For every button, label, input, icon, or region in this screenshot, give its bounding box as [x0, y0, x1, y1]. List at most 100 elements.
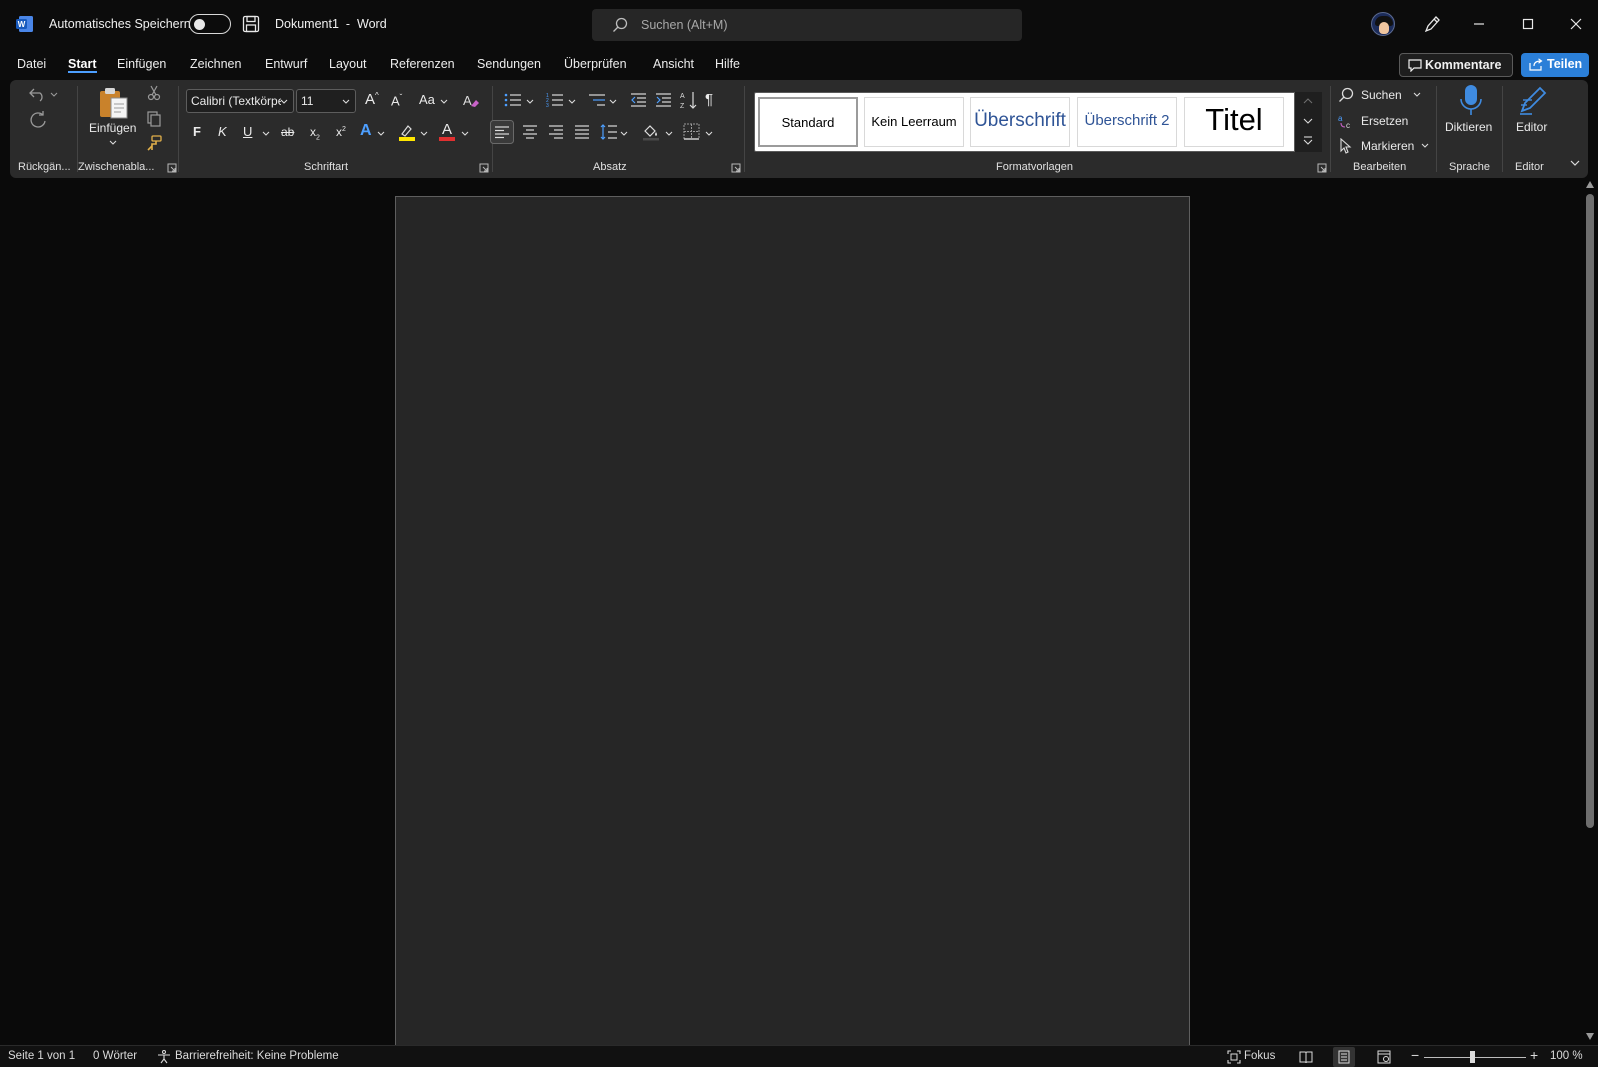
replace-label[interactable]: Ersetzen — [1361, 114, 1408, 128]
tab-ueberpruefen[interactable]: Überprüfen — [564, 57, 627, 71]
text-effects-button[interactable]: A — [360, 122, 372, 140]
print-layout-button[interactable] — [1333, 1047, 1355, 1067]
clipboard-launcher-icon[interactable] — [167, 163, 177, 173]
tab-sendungen[interactable]: Sendungen — [477, 57, 541, 71]
borders-dropdown-icon[interactable] — [705, 131, 713, 137]
tab-einfuegen[interactable]: Einfügen — [117, 57, 166, 71]
accessibility-icon[interactable] — [157, 1050, 171, 1064]
font-launcher-icon[interactable] — [479, 163, 489, 173]
tab-hilfe[interactable]: Hilfe — [715, 57, 740, 71]
tab-referenzen[interactable]: Referenzen — [390, 57, 455, 71]
subscript-button[interactable]: x2 — [310, 125, 320, 141]
redo-icon[interactable] — [28, 110, 48, 130]
line-spacing-icon[interactable] — [600, 123, 618, 141]
scroll-down-icon[interactable] — [1586, 1033, 1594, 1040]
select-icon[interactable] — [1338, 138, 1354, 154]
font-name-combo[interactable]: Calibri (Textkörper) — [186, 89, 294, 113]
word-logo-icon[interactable]: W — [16, 15, 34, 33]
paste-icon[interactable] — [98, 86, 130, 120]
dictate-label[interactable]: Diktieren — [1445, 120, 1492, 134]
shading-dropdown-icon[interactable] — [665, 131, 673, 137]
zoom-level[interactable]: 100 % — [1550, 1050, 1583, 1062]
tab-entwurf[interactable]: Entwurf — [265, 57, 307, 71]
bold-button[interactable]: F — [193, 124, 201, 139]
align-left-icon[interactable] — [490, 120, 514, 144]
cut-icon[interactable] — [146, 85, 162, 101]
change-case-dropdown-icon[interactable] — [440, 99, 448, 105]
editor-label[interactable]: Editor — [1516, 120, 1547, 134]
paste-label[interactable]: Einfügen — [89, 121, 136, 135]
increase-indent-icon[interactable] — [655, 92, 672, 108]
find-icon[interactable] — [1338, 87, 1354, 103]
highlight-icon[interactable] — [398, 123, 416, 141]
numbered-list-icon[interactable]: 123 — [546, 92, 564, 108]
accessibility-status[interactable]: Barrierefreiheit: Keine Probleme — [175, 1050, 339, 1062]
paragraph-launcher-icon[interactable] — [731, 163, 741, 173]
pen-icon[interactable] — [1422, 14, 1442, 34]
style-no-spacing[interactable]: Kein Leerraum — [864, 97, 964, 147]
shrink-font-button[interactable]: Aˇ — [391, 93, 402, 108]
decrease-indent-icon[interactable] — [630, 92, 647, 108]
tab-zeichnen[interactable]: Zeichnen — [190, 57, 241, 71]
styles-scroll-down-icon[interactable] — [1303, 117, 1313, 125]
style-heading2[interactable]: Überschrift 2 — [1077, 97, 1177, 147]
minimize-icon[interactable] — [1469, 14, 1489, 34]
scroll-up-icon[interactable] — [1586, 181, 1594, 188]
change-case-button[interactable]: Aa — [419, 92, 435, 107]
font-color-dropdown-icon[interactable] — [461, 131, 469, 137]
format-painter-icon[interactable] — [146, 135, 162, 151]
avatar[interactable] — [1371, 12, 1395, 36]
select-label[interactable]: Markieren — [1361, 139, 1414, 153]
text-effects-dropdown-icon[interactable] — [377, 131, 385, 137]
grow-font-button[interactable]: A^ — [365, 91, 379, 108]
zoom-in-icon[interactable]: + — [1530, 1047, 1538, 1063]
tab-start[interactable]: Start — [68, 57, 96, 71]
scroll-thumb[interactable] — [1586, 194, 1594, 828]
justify-icon[interactable] — [574, 124, 590, 140]
superscript-button[interactable]: x2 — [336, 125, 346, 139]
select-dropdown-icon[interactable] — [1421, 143, 1429, 149]
document-page[interactable] — [395, 196, 1190, 1045]
shading-icon[interactable] — [642, 123, 660, 141]
editor-icon[interactable] — [1518, 84, 1550, 116]
multilevel-dropdown-icon[interactable] — [609, 99, 617, 105]
ribbon-collapse-icon[interactable] — [1569, 158, 1581, 168]
highlight-dropdown-icon[interactable] — [420, 131, 428, 137]
maximize-icon[interactable] — [1518, 14, 1538, 34]
read-mode-icon[interactable] — [1299, 1050, 1313, 1064]
bullet-list-icon[interactable] — [504, 92, 522, 108]
style-heading1[interactable]: Überschrift — [970, 97, 1070, 147]
undo-icon[interactable] — [28, 86, 48, 102]
tab-datei[interactable]: Datei — [17, 57, 46, 71]
show-marks-icon[interactable]: ¶ — [705, 91, 713, 108]
search-input[interactable]: Suchen (Alt+M) — [592, 9, 1022, 41]
paste-dropdown-icon[interactable] — [109, 140, 117, 146]
font-size-combo[interactable]: 11 — [296, 89, 356, 113]
styles-scroll-up-icon[interactable] — [1303, 97, 1313, 105]
strikethrough-button[interactable]: ab — [281, 125, 294, 139]
focus-mode[interactable]: Fokus — [1244, 1050, 1275, 1062]
underline-dropdown-icon[interactable] — [262, 131, 270, 137]
bullet-dropdown-icon[interactable] — [526, 99, 534, 105]
align-center-icon[interactable] — [522, 124, 538, 140]
styles-expand-icon[interactable] — [1303, 135, 1313, 147]
clear-formatting-icon[interactable]: A — [462, 91, 480, 109]
numbering-dropdown-icon[interactable] — [568, 99, 576, 105]
style-standard[interactable]: Standard — [758, 97, 858, 147]
style-title[interactable]: Titel — [1184, 97, 1284, 147]
line-spacing-dropdown-icon[interactable] — [620, 131, 628, 137]
sort-icon[interactable]: AZ — [680, 90, 698, 110]
underline-button[interactable]: U — [243, 124, 252, 139]
page-count[interactable]: Seite 1 von 1 — [8, 1050, 75, 1062]
find-label[interactable]: Suchen — [1361, 88, 1402, 102]
styles-launcher-icon[interactable] — [1317, 163, 1327, 173]
close-icon[interactable] — [1566, 14, 1586, 34]
focus-icon[interactable] — [1227, 1050, 1241, 1064]
microphone-icon[interactable] — [1459, 84, 1483, 118]
multilevel-list-icon[interactable] — [588, 92, 606, 108]
replace-icon[interactable]: ac — [1338, 113, 1354, 129]
undo-dropdown-icon[interactable] — [50, 92, 58, 98]
share-button[interactable]: Teilen — [1521, 53, 1589, 77]
vertical-scrollbar[interactable] — [1582, 178, 1598, 1045]
autosave-toggle[interactable] — [189, 14, 231, 34]
